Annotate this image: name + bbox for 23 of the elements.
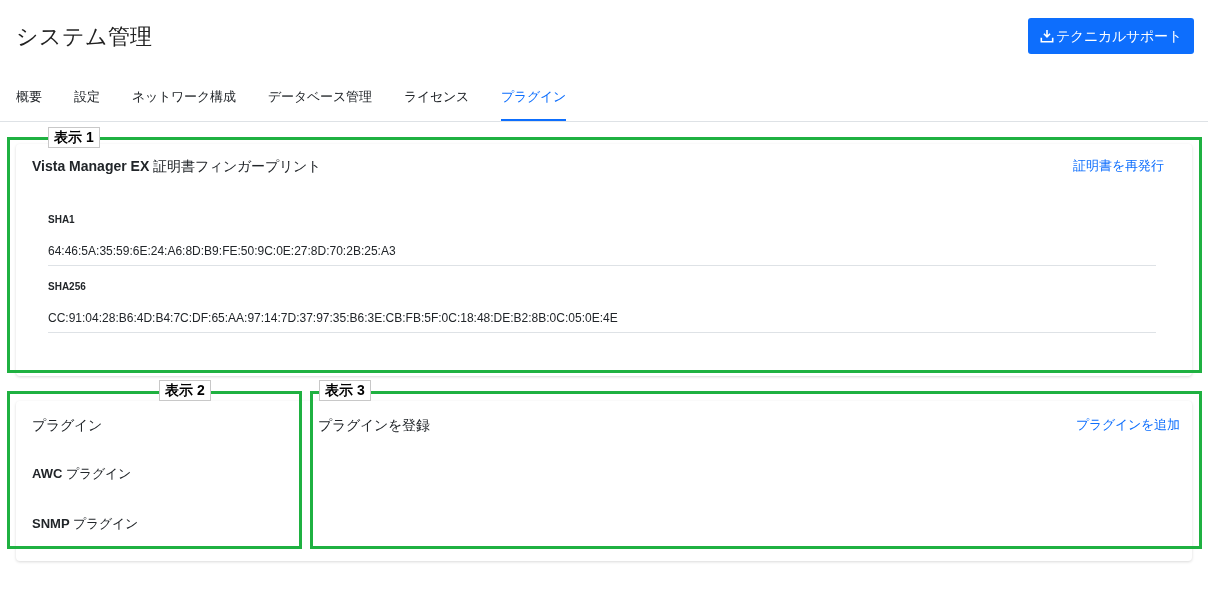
tab[interactable]: ライセンス — [404, 75, 469, 121]
tab[interactable]: ネットワーク構成 — [132, 75, 236, 121]
field-label: SHA1 — [48, 213, 76, 227]
add-plugin-link[interactable]: プラグインを追加 — [1076, 415, 1180, 435]
reissue-certificate-link[interactable]: 証明書を再発行 — [1073, 156, 1164, 176]
technical-support-button[interactable]: テクニカルサポート — [1028, 18, 1194, 54]
panel-title: プラグインを登録 — [318, 416, 430, 435]
plugin-item[interactable]: AWC プラグイン — [32, 464, 282, 484]
download-icon — [1040, 29, 1054, 43]
fingerprint-value: 64:46:5A:35:59:6E:24:A6:8D:B9:FE:50:9C:0E:27:8D:70:2B:25:A3 — [48, 243, 397, 259]
annotation-label: 表示 3 — [319, 380, 371, 401]
plugin-item[interactable]: SNMP プラグイン — [32, 513, 282, 533]
tab[interactable]: 設定 — [74, 75, 100, 121]
panel-title: プラグイン — [32, 416, 103, 435]
tab[interactable]: データベース管理 — [268, 75, 372, 121]
field-label: SHA256 — [48, 280, 87, 294]
fingerprint-value: CC:91:04:28:B6:4D:B4:7C:DF:65:AA:97:14:7D:37:97:35:B6:3E:CB:FB:5F:0C:18:48:DE:B2:8B:0C:05:0E:4E — [48, 310, 619, 326]
tab[interactable]: プラグイン — [501, 75, 566, 121]
card-title: Vista Manager EX 証明書フィンガープリント — [32, 157, 322, 176]
annotation-label: 表示 1 — [48, 127, 100, 148]
page-title: システム管理 — [16, 22, 152, 51]
annotation-label: 表示 2 — [159, 380, 211, 401]
tab[interactable]: 概要 — [16, 75, 42, 121]
